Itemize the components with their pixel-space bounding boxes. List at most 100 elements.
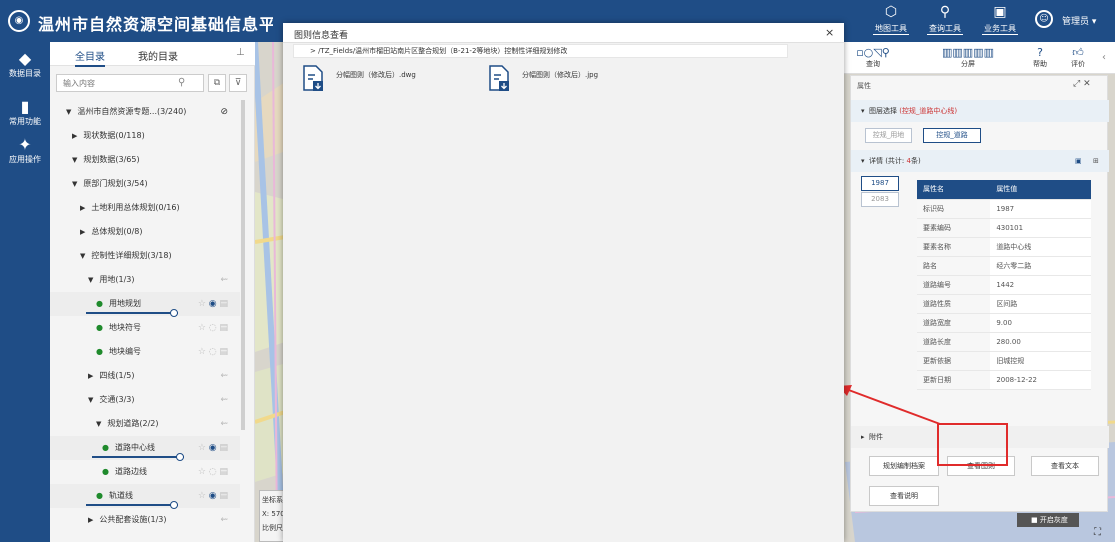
chevron-down-icon[interactable]: ▼ <box>96 420 101 428</box>
chevron-right-icon[interactable]: ▶ <box>72 132 77 140</box>
layer-manage-button[interactable]: ⧉ <box>208 74 226 92</box>
pin-icon[interactable]: ⊥ <box>236 47 245 58</box>
tab-my-catalog[interactable]: 我的目录 <box>138 48 178 63</box>
chevron-down-icon[interactable]: ▼ <box>88 276 93 284</box>
query-tools-menu[interactable]: ⚲ 查询工具 <box>927 4 963 35</box>
chevron-right-icon[interactable]: ▶ <box>80 204 85 212</box>
link-icon[interactable]: ⇜ <box>220 268 228 292</box>
help-button[interactable]: ? 帮助 <box>1027 46 1053 69</box>
tree-folder-item[interactable]: ▼ 控制性详细规划(3/18) <box>50 244 240 268</box>
slider-track <box>92 456 184 458</box>
layer-button-road[interactable]: 控规_道路 <box>923 128 981 143</box>
checkbox-icon: ■ <box>1031 516 1038 524</box>
query-button[interactable]: ▫○◹⚲ 查询 <box>849 46 897 69</box>
chevron-down-icon[interactable]: ▼ <box>72 180 77 188</box>
layer-select-section[interactable]: ▾ 图层选择 (控规_道路中心线) <box>851 100 1109 122</box>
visibility-eye-icon[interactable]: ◌ <box>209 323 220 333</box>
attribute-name-cell: 道路编号 <box>917 275 991 295</box>
export-icon[interactable]: ▣ <box>1075 150 1082 172</box>
tree-folder-item[interactable]: ▶ 现状数据(0/118) <box>50 124 240 148</box>
rail-item-common-functions[interactable]: ▮ 常用功能 <box>0 98 50 127</box>
visibility-eye-icon[interactable]: ◌ <box>209 347 220 357</box>
favorite-star-icon[interactable]: ☆ <box>198 347 209 357</box>
collapse-toolbar-icon[interactable]: ‹ <box>1102 52 1106 63</box>
visibility-eye-icon[interactable]: ◉ <box>209 299 220 309</box>
tree-folder-item[interactable]: ▼ 用地(1/3) ⇜ <box>50 268 240 292</box>
tree-folder-item[interactable]: ▼ 温州市自然资源专题...(3/240) ⊘ <box>50 100 240 124</box>
rating-button[interactable]: 👍︎ 评价 <box>1065 46 1091 69</box>
search-icon[interactable]: ⚲ <box>178 77 185 88</box>
chevron-down-icon[interactable]: ▼ <box>72 156 77 164</box>
split-screen-button[interactable]: ▥▥▥▥▥ 分屏 <box>933 46 1003 69</box>
table-row: 要素名称 道路中心线 <box>917 237 1091 257</box>
attribute-table-icon[interactable]: ▤ <box>219 443 228 453</box>
tree-layer-item[interactable]: ● 用地规划 ☆ ◉ ▤ <box>50 292 240 317</box>
attribute-table-icon[interactable]: ▤ <box>219 323 228 333</box>
user-menu[interactable]: 管理员 ▾ <box>1062 14 1096 27</box>
chevron-down-icon[interactable]: ▼ <box>80 252 85 260</box>
hide-icon[interactable]: ⊘ <box>220 100 228 124</box>
grid-icon[interactable]: ⊞ <box>1093 150 1099 172</box>
tree-layer-item[interactable]: ● 道路中心线 ☆ ◉ ▤ <box>50 436 240 461</box>
rail-item-label: 数据目录 <box>9 69 41 78</box>
layer-dot-icon: ● <box>96 323 103 332</box>
visibility-eye-icon[interactable]: ◉ <box>209 491 220 501</box>
fullscreen-icon[interactable]: ⛶ <box>1094 527 1101 538</box>
attribute-table-icon[interactable]: ▤ <box>219 299 228 309</box>
layer-button-landuse[interactable]: 控规_用地 <box>865 128 912 143</box>
feature-id-item[interactable]: 2083 <box>861 192 899 207</box>
tree-layer-item[interactable]: ● 道路边线 ☆ ◌ ▤ <box>50 460 240 484</box>
tree-item-label: 规划数据(3/65) <box>83 155 140 164</box>
feature-id-item[interactable]: 1987 <box>861 176 899 191</box>
planning-archive-button[interactable]: 规划编制档案 <box>869 456 939 476</box>
chevron-right-icon[interactable]: ▶ <box>80 228 85 236</box>
tree-folder-item[interactable]: ▶ 四线(1/5) ⇜ <box>50 364 240 388</box>
tree-folder-item[interactable]: ▼ 交通(3/3) ⇜ <box>50 388 240 412</box>
visibility-eye-icon[interactable]: ◌ <box>209 467 220 477</box>
rail-item-application[interactable]: ✦ 应用操作 <box>0 136 50 165</box>
chevron-right-icon[interactable]: ▶ <box>88 372 93 380</box>
tree-layer-item[interactable]: ● 地块编号 ☆ ◌ ▤ <box>50 340 240 364</box>
tree-folder-item[interactable]: ▼ 原部门规划(3/54) <box>50 172 240 196</box>
view-text-button[interactable]: 查看文本 <box>1031 456 1099 476</box>
tree-folder-item[interactable]: ▼ 规划数据(3/65) <box>50 148 240 172</box>
detail-section[interactable]: ▾ 详情 (共计: 4条) ▣ ⊞ <box>851 150 1109 172</box>
file-item-dwg[interactable]: 分幅图则（修改后）.dwg <box>303 65 453 95</box>
tree-scrollbar[interactable] <box>241 100 245 430</box>
tree-layer-item[interactable]: ● 地块符号 ☆ ◌ ▤ <box>50 316 240 340</box>
dialog-close-button[interactable]: × <box>825 26 834 39</box>
filter-button[interactable]: ⊽ <box>229 74 247 92</box>
chevron-down-icon[interactable]: ▼ <box>88 396 93 404</box>
grayscale-toggle[interactable]: ■ 开启灰度 <box>1017 513 1079 527</box>
expand-icon[interactable]: ⤢ <box>1073 79 1080 89</box>
close-icon[interactable]: ✕ <box>1083 79 1091 89</box>
file-path-breadcrumb[interactable]: > /TZ_Fields/温州市榴田站南片区整合规划（B-21-2等地块）控制性… <box>293 44 788 58</box>
link-icon[interactable]: ⇜ <box>220 508 228 532</box>
file-item-jpg[interactable]: 分幅图则（修改后）.jpg <box>489 65 639 95</box>
link-icon[interactable]: ⇜ <box>220 388 228 412</box>
tree-folder-item[interactable]: ▶ 土地利用总体规划(0/16) <box>50 196 240 220</box>
attribute-table-icon[interactable]: ▤ <box>219 347 228 357</box>
favorite-star-icon[interactable]: ☆ <box>198 299 209 309</box>
tree-folder-item[interactable]: ▶ 公共配套设施(1/3) ⇜ <box>50 508 240 532</box>
view-description-button[interactable]: 查看说明 <box>869 486 939 506</box>
chevron-right-icon[interactable]: ▶ <box>88 516 93 524</box>
attribute-table-icon[interactable]: ▤ <box>219 491 228 501</box>
tab-all-catalog[interactable]: 全目录 <box>75 48 105 67</box>
rail-item-data-catalog[interactable]: ◆ 数据目录 <box>0 50 50 79</box>
chevron-down-icon[interactable]: ▼ <box>66 108 71 116</box>
map-tools-menu[interactable]: ⬡ 地图工具 <box>873 4 909 35</box>
favorite-star-icon[interactable]: ☆ <box>198 467 209 477</box>
favorite-star-icon[interactable]: ☆ <box>198 323 209 333</box>
visibility-eye-icon[interactable]: ◉ <box>209 443 220 453</box>
attribute-table-icon[interactable]: ▤ <box>219 467 228 477</box>
business-tools-menu[interactable]: ▣ 业务工具 <box>982 4 1018 35</box>
tree-layer-item[interactable]: ● 轨道线 ☆ ◉ ▤ <box>50 484 240 509</box>
link-icon[interactable]: ⇜ <box>220 364 228 388</box>
favorite-star-icon[interactable]: ☆ <box>198 491 209 501</box>
user-avatar-icon[interactable]: ☺ <box>1035 10 1053 28</box>
tree-folder-item[interactable]: ▼ 规划道路(2/2) ⇜ <box>50 412 240 436</box>
tree-folder-item[interactable]: ▶ 总体规划(0/8) <box>50 220 240 244</box>
favorite-star-icon[interactable]: ☆ <box>198 443 209 453</box>
link-icon[interactable]: ⇜ <box>220 412 228 436</box>
